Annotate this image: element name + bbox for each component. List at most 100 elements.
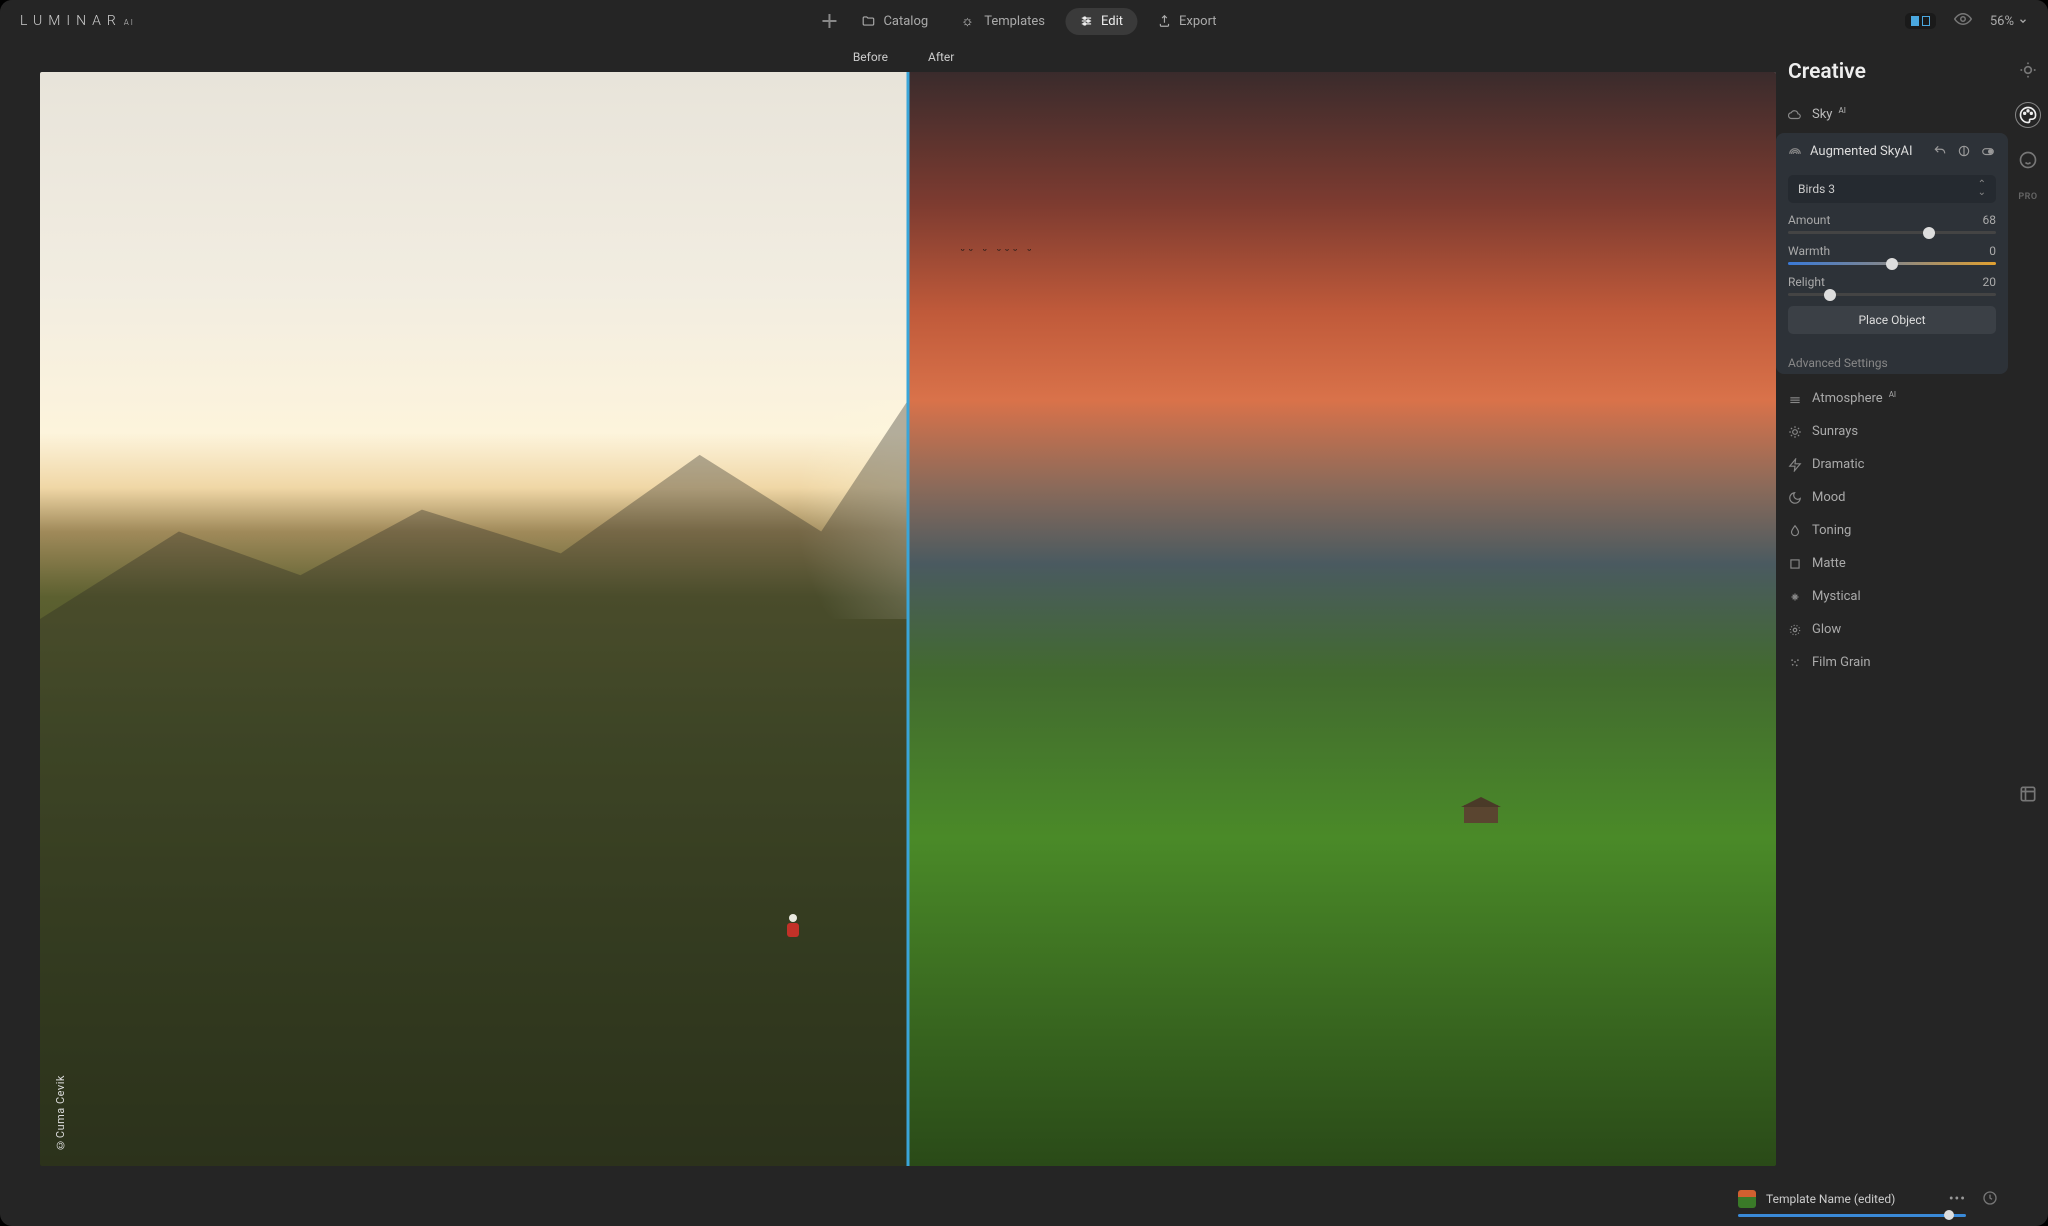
tool-filmgrain[interactable]: Film Grain (1776, 646, 2008, 679)
relight-value: 20 (1983, 275, 1997, 289)
warmth-label: Warmth (1788, 244, 1830, 258)
relight-thumb[interactable] (1824, 289, 1836, 301)
moon-icon (1788, 491, 1802, 505)
tool-glow[interactable]: Glow (1776, 613, 2008, 646)
preview-toggle[interactable] (1954, 10, 1972, 32)
tool-mood[interactable]: Mood (1776, 481, 2008, 514)
template-thumbnail (1738, 1190, 1756, 1208)
tool-mood-label: Mood (1812, 490, 1846, 505)
add-button[interactable] (817, 9, 841, 33)
chevron-updown-icon: ⌃⌄ (1978, 181, 1986, 197)
history-button[interactable] (1982, 1190, 1998, 1210)
cloud-icon (1788, 108, 1802, 122)
right-rail: PRO (2008, 42, 2048, 1226)
augmented-sky-panel: Augmented Sky AI Birds 3 ⌃⌄ Amount 68 (1776, 133, 2008, 374)
sparkle-icon (1788, 590, 1802, 604)
after-label: After (928, 50, 954, 64)
topbar: LUMINAR AI Catalog Templates Edit Export (0, 0, 2048, 42)
tools-panel: Creative Sky AI Augmented Sky AI Birds 3 (1776, 42, 2008, 1226)
square-icon (1788, 557, 1802, 571)
amount-track[interactable] (1788, 231, 1996, 234)
tool-toning[interactable]: Toning (1776, 514, 2008, 547)
visibility-toggle[interactable] (1980, 143, 1996, 159)
compare-divider[interactable] (907, 72, 910, 1166)
amount-slider: Amount 68 (1788, 213, 1996, 234)
relight-slider: Relight 20 (1788, 275, 1996, 296)
tool-dramatic-label: Dramatic (1812, 457, 1864, 472)
nav-templates[interactable]: Templates (948, 8, 1059, 35)
tool-filmgrain-label: Film Grain (1812, 655, 1871, 670)
person-figure (786, 914, 800, 940)
tool-atmosphere-label: Atmosphere (1812, 391, 1883, 406)
warmth-track[interactable] (1788, 262, 1996, 265)
compare-left-icon (1911, 16, 1919, 26)
preset-value: Birds 3 (1798, 182, 1835, 196)
tool-glow-label: Glow (1812, 622, 1841, 637)
rail-presets[interactable] (2016, 782, 2040, 806)
compare-toggle[interactable] (1905, 13, 1936, 29)
tool-sunrays[interactable]: Sunrays (1776, 415, 2008, 448)
advanced-label: Advanced Settings (1788, 356, 1888, 370)
tool-sky[interactable]: Sky AI (1776, 98, 2008, 131)
template-footer: Template Name (edited) ••• (1736, 1180, 1968, 1226)
template-menu-button[interactable]: ••• (1949, 1191, 1966, 1207)
birds-overlay: ˘˘ ˘ ˘˘˘ ˘ (960, 247, 1035, 261)
zoom-value: 56% (1990, 14, 2014, 29)
place-object-label: Place Object (1858, 313, 1925, 327)
relight-label: Relight (1788, 275, 1825, 289)
template-strength-slider[interactable] (1738, 1214, 1966, 1217)
image-credit: ©Cuma Cevik (54, 1075, 67, 1152)
ai-badge: AI (1901, 144, 1913, 159)
tool-dramatic[interactable]: Dramatic (1776, 448, 2008, 481)
tool-matte-label: Matte (1812, 556, 1846, 571)
app-logo: LUMINAR AI (20, 13, 135, 29)
template-strength-thumb[interactable] (1944, 1210, 1954, 1220)
nav-export[interactable]: Export (1143, 8, 1231, 35)
before-label: Before (853, 50, 888, 64)
warmth-slider: Warmth 0 (1788, 244, 1996, 265)
augmented-sky-label: Augmented Sky (1810, 144, 1901, 159)
relight-track[interactable] (1788, 293, 1996, 296)
image-canvas[interactable]: ˘˘ ˘ ˘˘˘ ˘ ©Cuma Cevik (40, 72, 1776, 1166)
nav-catalog[interactable]: Catalog (847, 8, 942, 35)
panel-title: Creative (1776, 42, 2008, 98)
tool-mystical[interactable]: Mystical (1776, 580, 2008, 613)
advanced-settings[interactable]: Advanced Settings (1776, 346, 2008, 374)
undo-button[interactable] (1932, 143, 1948, 159)
augmented-sky-header[interactable]: Augmented Sky AI (1776, 133, 2008, 169)
amount-label: Amount (1788, 213, 1830, 227)
rail-creative[interactable] (2015, 102, 2041, 128)
rail-essentials[interactable] (2016, 58, 2040, 82)
tool-sunrays-label: Sunrays (1812, 424, 1858, 439)
glow-icon (1788, 623, 1802, 637)
rail-pro-label[interactable]: PRO (2018, 192, 2037, 202)
warmth-value: 0 (1989, 244, 1996, 258)
grain-icon (1788, 656, 1802, 670)
place-object-button[interactable]: Place Object (1788, 306, 1996, 334)
warmth-thumb[interactable] (1886, 258, 1898, 270)
logo-sup: AI (124, 18, 135, 27)
top-nav: Catalog Templates Edit Export (817, 8, 1230, 35)
augmented-sky-body: Birds 3 ⌃⌄ Amount 68 Warmth 0 (1776, 169, 2008, 346)
ai-badge: AI (1838, 106, 1845, 115)
amount-value: 68 (1983, 213, 1997, 227)
preset-select[interactable]: Birds 3 ⌃⌄ (1788, 175, 1996, 203)
compare-labels: Before After (0, 42, 1816, 72)
hut-shape (1464, 805, 1498, 823)
topbar-right: 56% (1905, 10, 2028, 32)
amount-thumb[interactable] (1923, 227, 1935, 239)
nav-edit[interactable]: Edit (1065, 8, 1137, 35)
zoom-control[interactable]: 56% (1990, 14, 2028, 29)
nav-catalog-label: Catalog (883, 14, 928, 29)
tool-mystical-label: Mystical (1812, 589, 1861, 604)
mask-button[interactable] (1956, 143, 1972, 159)
logo-text: LUMINAR (20, 13, 122, 29)
rainbow-icon (1788, 144, 1802, 158)
droplet-icon (1788, 524, 1802, 538)
tool-matte[interactable]: Matte (1776, 547, 2008, 580)
nav-edit-label: Edit (1101, 14, 1123, 29)
rail-portrait[interactable] (2016, 148, 2040, 172)
nav-export-label: Export (1179, 14, 1217, 29)
tool-sky-label: Sky (1812, 107, 1832, 122)
tool-atmosphere[interactable]: Atmosphere AI (1776, 382, 2008, 415)
